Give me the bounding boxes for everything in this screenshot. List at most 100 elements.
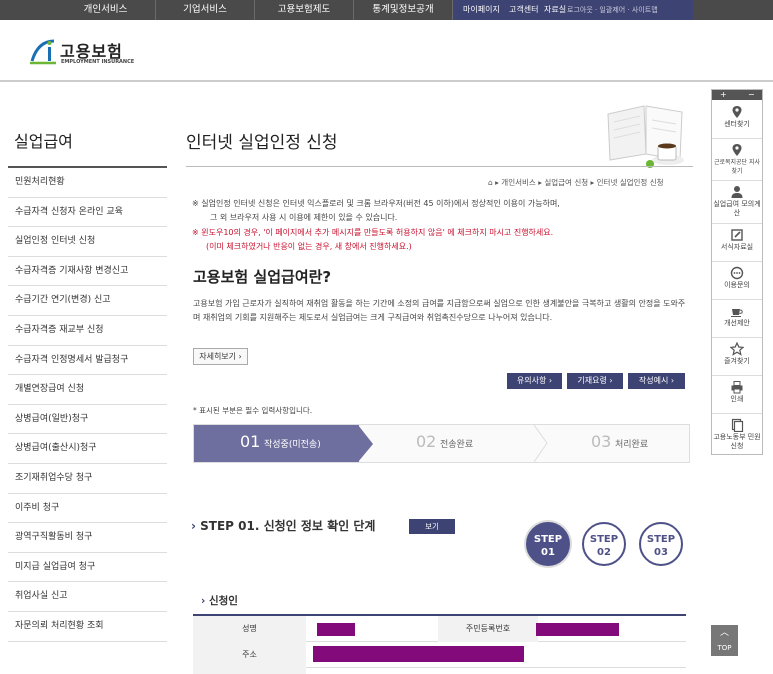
applicant-title: 신청인	[208, 595, 238, 607]
step-1-label: 작성중(미전송)	[264, 440, 321, 450]
address-label: 주소	[193, 642, 306, 668]
lnb-item-job-search-expense[interactable]: 광역구직활동비 청구	[8, 523, 167, 553]
more-button[interactable]: 자세히보기 ›	[193, 348, 248, 365]
lnb-item-reissue[interactable]: 수급자격증 재교부 신청	[8, 316, 167, 346]
windows10-warning-2: (이미 체크하였거나 반응이 없는 경우, 새 창에서 진행하세요.)	[206, 242, 412, 251]
lnb-item-unpaid-claim[interactable]: 미지급 실업급여 청구	[8, 553, 167, 583]
coffee-icon	[731, 309, 743, 317]
required-note: * 표시된 부분은 필수 입력사항입니다.	[193, 406, 313, 415]
home-icon[interactable]: ⌂	[488, 178, 493, 187]
quick-suggestion[interactable]: 개선제안	[712, 300, 762, 338]
progress-steps: 01 작성중(미전송) 02 전송완료 03 처리완료	[193, 424, 690, 463]
scroll-top-button[interactable]: ︿ TOP	[711, 625, 738, 656]
quick-branch-search[interactable]: 근로복지공단 지사찾기	[712, 139, 762, 181]
quick-center-search[interactable]: 센터찾기	[712, 101, 762, 139]
breadcrumb: ⌂ ▸ 개인서비스 ▸ 실업급여 신청 ▸ 인터넷 실업인정 신청	[488, 177, 664, 188]
lnb-item-postpone[interactable]: 수급기간 연기(변경) 신고	[8, 286, 167, 316]
gnb-util-links[interactable]: 로그아웃 · 일괄제어 · 사이트맵	[567, 0, 658, 20]
page-title: 인터넷 실업인정 신청	[186, 133, 338, 153]
section-title: 고용보험 실업급여란?	[193, 268, 332, 286]
step-circle-2-label: STEP	[589, 534, 619, 545]
zoom-in-icon[interactable]: +	[720, 90, 727, 100]
empty-label	[193, 668, 306, 674]
lnb-item-early-reemployment[interactable]: 조기재취업수당 청구	[8, 464, 167, 494]
rrn-label: 주민등록번호	[438, 616, 538, 642]
gnb-utility-bar: 마이페이지 고객센터 자료실 로그아웃 · 일괄제어 · 사이트맵	[453, 0, 693, 20]
step-divider-icon	[534, 425, 548, 462]
guide-button[interactable]: 기재요령 ›	[567, 373, 623, 389]
name-value-masked	[317, 623, 355, 636]
title-divider	[186, 166, 693, 167]
lnb-item-advice-status[interactable]: 자문의뢰 처리현황 조회	[8, 612, 167, 642]
quick-benefit-calculator[interactable]: 실업급여 모의계산	[712, 181, 762, 224]
view-button[interactable]: 보기	[409, 519, 455, 534]
step-heading: › STEP 01. 신청인 정보 확인 단계	[191, 517, 375, 534]
map-pin-icon	[732, 144, 742, 156]
lnb-item-relocation[interactable]: 이주비 청구	[8, 494, 167, 524]
star-icon	[730, 342, 744, 356]
browser-note-2: 그 외 브라우저 사용 시 이용에 제한이 있을 수 있습니다.	[210, 213, 398, 222]
document-icon	[731, 418, 744, 432]
logo-subtitle: EMPLOYMENT INSURANCE	[61, 59, 135, 65]
chevron-up-icon: ︿	[719, 628, 729, 638]
quick-menu-zoom: + −	[712, 90, 762, 100]
gnb-library[interactable]: 자료실	[544, 0, 566, 20]
applicant-heading: › 신청인	[201, 593, 238, 608]
gnb-stats[interactable]: 통계및정보공개	[354, 0, 453, 20]
gnb-business[interactable]: 기업서비스	[156, 0, 255, 20]
step-circle-1[interactable]: STEP 01	[526, 522, 570, 566]
quick-suggestion-label: 개선제안	[724, 319, 750, 327]
logo-icon[interactable]	[28, 37, 58, 69]
lnb-item-statement[interactable]: 수급자격 인정명세서 발급청구	[8, 346, 167, 376]
lnb-item-sickness-maternity[interactable]: 상병급여(출산시)청구	[8, 434, 167, 464]
step-circle-1-number: 01	[541, 547, 555, 558]
step-circle-3-number: 03	[654, 547, 668, 558]
lnb-item-internet-certification[interactable]: 실업인정 인터넷 신청	[8, 227, 167, 257]
quick-print-label: 인쇄	[730, 395, 744, 403]
step-circle-1-label: STEP	[533, 534, 563, 545]
table-row	[193, 668, 686, 674]
breadcrumb-path: ▸ 개인서비스 ▸ 실업급여 신청 ▸ 인터넷 실업인정 신청	[495, 178, 664, 187]
lnb-item-extended-benefit[interactable]: 개별연장급여 신청	[8, 375, 167, 405]
step-3-label: 처리완료	[615, 440, 649, 450]
header: 고용보험 EMPLOYMENT INSURANCE	[0, 20, 773, 82]
benefit-description: 고용보험 가입 근로자가 실직하여 재취업 활동을 하는 기간에 소정의 급여를…	[193, 299, 686, 322]
chevron-right-icon: ›	[191, 519, 196, 533]
cautions-button[interactable]: 유의사항 ›	[507, 373, 562, 389]
quick-petition-label: 고용노동부 민원신청	[713, 433, 761, 450]
quick-favorites[interactable]: 즐겨찾기	[712, 338, 762, 376]
lnb-item-change-report[interactable]: 수급자격증 기재사항 변경신고	[8, 257, 167, 287]
side-nav: 민원처리현황 수급자격 신청자 온라인 교육 실업인정 인터넷 신청 수급자격증…	[8, 166, 167, 642]
step-2-number: 02	[416, 432, 437, 451]
table-row: 성명 주민등록번호	[193, 616, 686, 642]
step-circle-3[interactable]: STEP 03	[639, 522, 683, 566]
name-label: 성명	[193, 616, 306, 642]
quick-print[interactable]: 인쇄	[712, 376, 762, 414]
gnb-customer-center[interactable]: 고객센터	[509, 0, 538, 20]
quick-menu: + − 센터찾기 근로복지공단 지사찾기 실업급여 모의계산 서식자료실 이용문…	[711, 89, 763, 455]
global-nav: 개인서비스 기업서비스 고용보험제도 통계및정보공개 마이페이지 고객센터 자료…	[0, 0, 773, 20]
lnb-item-online-education[interactable]: 수급자격 신청자 온라인 교육	[8, 198, 167, 228]
gnb-personal[interactable]: 개인서비스	[56, 0, 156, 20]
gnb-mypage[interactable]: 마이페이지	[463, 0, 500, 20]
quick-calculator-label: 실업급여 모의계산	[713, 200, 761, 217]
quick-moel-petition[interactable]: 고용노동부 민원신청	[712, 414, 762, 454]
chevron-right-icon: ›	[201, 595, 206, 607]
lnb-item-sickness-general[interactable]: 상병급여(일반)청구	[8, 405, 167, 435]
step-circle-2-number: 02	[597, 547, 611, 558]
example-button[interactable]: 작성예시 ›	[628, 373, 685, 389]
step-arrow	[358, 425, 373, 462]
quick-inquiry[interactable]: 이용문의	[712, 262, 762, 300]
lnb-item-status[interactable]: 민원처리현황	[8, 168, 167, 198]
step-2-label: 전송완료	[440, 440, 474, 450]
zoom-out-icon[interactable]: −	[748, 90, 755, 100]
pencil-icon	[731, 229, 743, 241]
table-row: 주소	[193, 642, 686, 668]
quick-forms[interactable]: 서식자료실	[712, 224, 762, 262]
step-circle-2[interactable]: STEP 02	[582, 522, 626, 566]
step-3-number: 03	[591, 432, 612, 451]
quick-favorites-label: 즐겨찾기	[724, 357, 750, 365]
lnb-item-employment-report[interactable]: 취업사실 신고	[8, 582, 167, 612]
quick-inquiry-label: 이용문의	[724, 281, 750, 289]
gnb-system[interactable]: 고용보험제도	[255, 0, 354, 20]
